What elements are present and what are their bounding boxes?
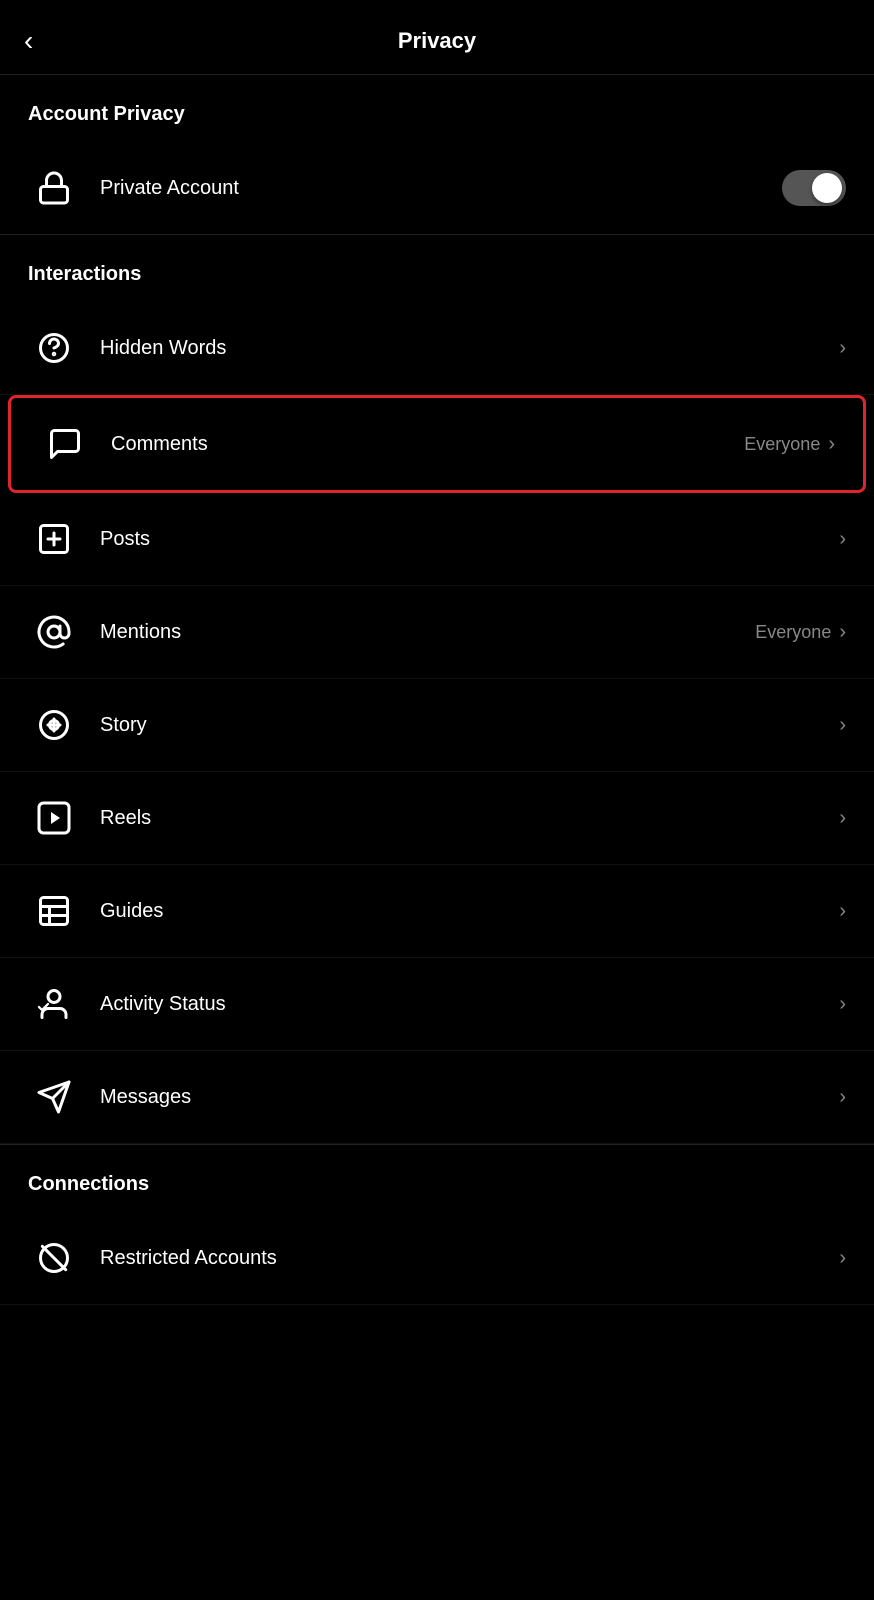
interactions-label: Interactions [0, 235, 874, 302]
mentions-row[interactable]: Mentions Everyone › [0, 586, 874, 679]
messages-row[interactable]: Messages › [0, 1051, 874, 1144]
comments-icon [39, 418, 91, 470]
comments-chevron: › [828, 433, 835, 456]
comments-value: Everyone [744, 434, 820, 455]
comments-label: Comments [111, 433, 744, 456]
activity-status-chevron: › [839, 993, 846, 1016]
restricted-accounts-icon [28, 1232, 80, 1284]
messages-chevron: › [839, 1086, 846, 1109]
hidden-words-chevron: › [839, 337, 846, 360]
activity-status-row[interactable]: Activity Status › [0, 958, 874, 1051]
guides-label: Guides [100, 900, 839, 923]
reels-row[interactable]: Reels › [0, 772, 874, 865]
reels-icon [28, 792, 80, 844]
guides-row[interactable]: Guides › [0, 865, 874, 958]
private-account-label: Private Account [100, 177, 782, 200]
mentions-value: Everyone [755, 622, 831, 643]
interactions-section: Interactions Hidden Words › Comments Eve… [0, 235, 874, 1145]
guides-icon [28, 885, 80, 937]
connections-label: Connections [0, 1145, 874, 1212]
messages-label: Messages [100, 1086, 839, 1109]
page-title: Privacy [398, 28, 476, 54]
posts-label: Posts [100, 528, 839, 551]
hidden-words-icon [28, 322, 80, 374]
mentions-icon [28, 606, 80, 658]
posts-chevron: › [839, 528, 846, 551]
account-privacy-label: Account Privacy [0, 75, 874, 142]
hidden-words-label: Hidden Words [100, 337, 839, 360]
toggle-knob [812, 173, 842, 203]
activity-status-label: Activity Status [100, 993, 839, 1016]
restricted-accounts-row[interactable]: Restricted Accounts › [0, 1212, 874, 1305]
hidden-words-row[interactable]: Hidden Words › [0, 302, 874, 395]
toggle-switch[interactable] [782, 170, 846, 206]
story-row[interactable]: Story › [0, 679, 874, 772]
mentions-chevron: › [839, 621, 846, 644]
lock-icon [28, 162, 80, 214]
comments-row[interactable]: Comments Everyone › [8, 395, 866, 493]
guides-chevron: › [839, 900, 846, 923]
story-chevron: › [839, 714, 846, 737]
header: ‹ Privacy [0, 0, 874, 75]
connections-section: Connections Restricted Accounts › [0, 1145, 874, 1305]
private-account-row[interactable]: Private Account [0, 142, 874, 234]
activity-status-icon [28, 978, 80, 1030]
reels-label: Reels [100, 807, 839, 830]
posts-row[interactable]: Posts › [0, 493, 874, 586]
restricted-accounts-chevron: › [839, 1247, 846, 1270]
story-icon [28, 699, 80, 751]
reels-chevron: › [839, 807, 846, 830]
restricted-accounts-label: Restricted Accounts [100, 1247, 839, 1270]
back-button[interactable]: ‹ [24, 27, 33, 55]
posts-icon [28, 513, 80, 565]
private-account-toggle[interactable] [782, 170, 846, 206]
account-privacy-section: Account Privacy Private Account [0, 75, 874, 235]
story-label: Story [100, 714, 839, 737]
mentions-label: Mentions [100, 621, 755, 644]
messages-icon [28, 1071, 80, 1123]
comments-row-wrapper: Comments Everyone › [0, 395, 874, 493]
